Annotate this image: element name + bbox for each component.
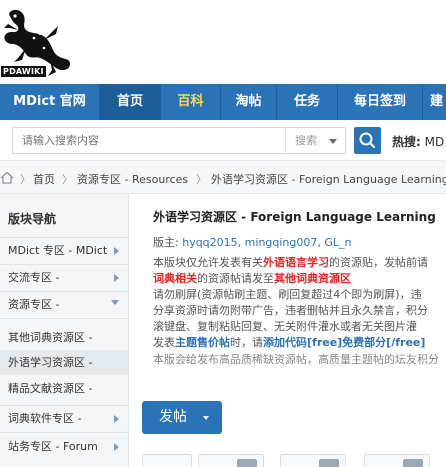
sidebar-item-resources[interactable]: 资源专区 -	[0, 292, 128, 317]
rule-line: 请勿刷屏(资源帖刷主题、刷回复超过4个即为刷屏)，违	[153, 288, 422, 302]
breadcrumb-separator-icon: 〉	[196, 173, 207, 186]
search-input[interactable]	[12, 127, 286, 154]
site-logo[interactable]: PDAWIKI	[0, 4, 72, 78]
sidebar-item-label: MDict 专区 - MDict	[8, 244, 108, 257]
sidebar-item-forum[interactable]: 站务专区 - Forum	[0, 434, 128, 459]
nav-item-collections[interactable]: 淘帖	[221, 84, 276, 120]
chevron-down-icon	[111, 300, 119, 305]
moderators-label: 版主:	[153, 236, 179, 249]
rule-line: 本版会给发布高品质稀缺资源帖，高质量主题帖的坛友积分	[153, 352, 439, 366]
rule-line: 词典相关的资源帖请发至其他词典资源区	[153, 271, 446, 287]
nav-item-wiki[interactable]: 百科	[161, 84, 220, 120]
hot-search-link[interactable]: MD	[425, 135, 445, 149]
nav-item-checkin[interactable]: 每日签到	[338, 84, 422, 120]
forum-main: 外语学习资源区 - Foreign Language Learning 版主: …	[130, 194, 446, 467]
new-post-label: 发帖	[159, 409, 187, 425]
moderator-link[interactable]: GL_n	[324, 236, 351, 249]
main-nav: MDict 官网 首页 百科 淘帖 任务 每日签到 建	[0, 84, 446, 120]
chevron-right-icon	[114, 274, 119, 282]
rule-line: 滚键盘、复制粘贴回复、无关附件灌水或者无关图片灌	[153, 320, 417, 334]
sidebar-subitem-literature[interactable]: 精品文献资源区 -	[0, 376, 128, 401]
rule-text: 发表	[153, 336, 175, 350]
search-type-select[interactable]: 搜索	[285, 127, 346, 154]
hot-search-label: 热搜:	[392, 135, 421, 149]
logo-wordmark: PDAWIKI	[1, 66, 46, 77]
nav-divider	[422, 84, 423, 120]
thread-filter-tabs	[142, 454, 446, 467]
forum-info-panel: 外语学习资源区 - Foreign Language Learning 版主: …	[141, 194, 446, 384]
site-header: PDAWIKI	[0, 0, 446, 84]
forum-moderators: 版主: hyqq2015, mingqing007, GL_n	[153, 236, 352, 249]
rule-emphasis: 主题售价帖	[175, 336, 230, 350]
rule-line: 本版块仅允许发表有关外语语言学习的资源贴，发帖前请	[153, 255, 446, 271]
sidebar-item-discussion[interactable]: 交流专区 -	[0, 265, 128, 290]
home-icon[interactable]	[0, 171, 14, 184]
sidebar-divider	[0, 318, 128, 319]
rule-text: 的资源贴，发帖前请	[329, 256, 428, 269]
nav-item-home[interactable]: 首页	[99, 84, 161, 120]
hot-search: 热搜: MD	[392, 133, 444, 150]
breadcrumb: 〉 首页 〉 资源专区 - Resources 〉 外语学习资源区 - Fore…	[0, 160, 446, 194]
rule-link[interactable]: 其他词典资源区	[274, 272, 351, 285]
tab-all[interactable]	[142, 454, 192, 467]
sidebar-item-label: 词典软件专区 -	[8, 412, 82, 425]
new-post-button[interactable]: 发帖	[142, 401, 222, 434]
moderator-link[interactable]: hyqq2015	[182, 236, 237, 249]
sidebar-item-mdict[interactable]: MDict 专区 - MDict	[0, 238, 128, 263]
count-badge	[403, 459, 423, 467]
rule-line: 发表主题售价帖时，请添加代码[free]免费部分[/free]	[153, 335, 446, 351]
forum-rules: 本版块仅允许发表有关外语语言学习的资源贴，发帖前请 词典相关的资源帖请发至其他词…	[153, 255, 446, 368]
rule-text: 本版块仅允许发表有关	[153, 256, 263, 269]
rule-emphasis: 添加代码[free]免费部分[/free]	[263, 336, 426, 350]
tab-filter[interactable]	[198, 454, 264, 467]
rule-emphasis: 词典相关	[153, 272, 197, 286]
search-icon	[359, 132, 376, 149]
sidebar-subitem-foreign-language[interactable]: 外语学习资源区 -	[0, 350, 128, 375]
breadcrumb-current[interactable]: 外语学习资源区 - Foreign Language Learning	[211, 171, 446, 187]
rule-line: 分享资源时请勿附带广告，违者删帖并且永久禁言，积分	[153, 304, 428, 318]
sidebar-divider	[0, 432, 128, 433]
tab-filter[interactable]	[280, 454, 346, 467]
nav-item-tasks[interactable]: 任务	[277, 84, 337, 120]
breadcrumb-resources[interactable]: 资源专区 - Resources	[77, 171, 188, 187]
breadcrumb-separator-icon: 〉	[20, 173, 31, 186]
rule-text: 的资源帖请发至	[197, 272, 274, 286]
chevron-down-icon	[329, 139, 337, 144]
chevron-right-icon	[114, 415, 119, 423]
nav-item-mdict[interactable]: MDict 官网	[0, 84, 99, 120]
sidebar-item-software[interactable]: 词典软件专区 -	[0, 406, 128, 431]
breadcrumb-home[interactable]: 首页	[33, 171, 55, 187]
search-bar: 搜索 热搜: MD	[0, 120, 446, 160]
sidebar-item-label: 资源专区 -	[8, 298, 60, 311]
sidebar-item-label: 交流专区 -	[8, 271, 60, 284]
moderator-link[interactable]: mingqing007	[245, 236, 318, 249]
sidebar-item-label: 站务专区 - Forum	[8, 440, 98, 453]
nav-item-more[interactable]: 建	[430, 84, 446, 120]
rule-text: 时，请	[230, 336, 263, 350]
chevron-down-icon	[203, 416, 209, 420]
count-badge	[237, 459, 257, 467]
breadcrumb-separator-icon: 〉	[62, 173, 73, 186]
forum-title: 外语学习资源区 - Foreign Language Learning	[153, 210, 436, 224]
chevron-right-icon	[114, 247, 119, 255]
forum-sidebar: 版块导航 MDict 专区 - MDict 交流专区 - 资源专区 - 其他词典…	[0, 194, 129, 467]
chevron-right-icon	[114, 443, 119, 451]
search-type-label: 搜索	[295, 134, 317, 147]
sidebar-heading: 版块导航	[8, 212, 57, 226]
tab-filter[interactable]	[364, 454, 430, 467]
rule-emphasis: 外语语言学习	[263, 256, 329, 269]
count-badge	[319, 459, 339, 467]
search-button[interactable]	[354, 127, 381, 154]
sidebar-subitem-other-dict[interactable]: 其他词典资源区 -	[0, 325, 128, 350]
